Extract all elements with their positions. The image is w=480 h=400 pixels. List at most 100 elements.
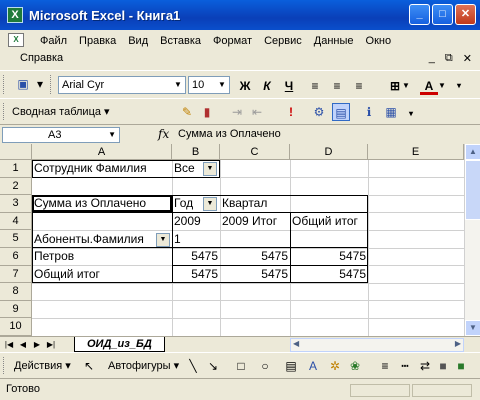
- next-sheet-icon[interactable]: ▶: [32, 339, 42, 351]
- cell-b7[interactable]: 5475: [172, 266, 220, 283]
- line-style-icon[interactable]: ≡: [376, 357, 394, 375]
- underline-button[interactable]: Ч: [280, 77, 298, 95]
- arrow-style-icon[interactable]: ⇄: [416, 357, 434, 375]
- font-color-button[interactable]: A: [420, 77, 438, 95]
- sheet-tab[interactable]: ОИД_из_БД: [74, 337, 165, 352]
- cell-b1[interactable]: Все: [172, 160, 202, 177]
- chart-wizard-icon[interactable]: ▮: [198, 103, 216, 121]
- column-header-c[interactable]: C: [220, 144, 290, 160]
- scroll-left-icon[interactable]: ◀: [293, 339, 299, 348]
- field-settings-icon[interactable]: ⚙: [310, 103, 328, 121]
- cell-a5[interactable]: Абоненты.Фамилия: [32, 231, 156, 248]
- italic-button[interactable]: К: [258, 77, 276, 95]
- row-header-2[interactable]: 2: [0, 177, 32, 196]
- row-header-7[interactable]: 7: [0, 265, 32, 284]
- menu-window[interactable]: Окно: [366, 33, 398, 49]
- column-header-a[interactable]: A: [32, 144, 172, 160]
- cell-a3[interactable]: Сумма из Оплачено: [32, 195, 172, 212]
- workbook-close-icon[interactable]: ✕: [463, 52, 472, 65]
- save-icon[interactable]: ▣: [14, 75, 32, 93]
- clipart-icon[interactable]: ❀: [346, 357, 364, 375]
- font-name-select[interactable]: Arial Cyr ▼: [58, 76, 186, 94]
- show-detail-icon[interactable]: ⇤: [248, 103, 266, 121]
- prev-sheet-icon[interactable]: ◀: [18, 339, 28, 351]
- toolbar-grip[interactable]: [3, 103, 6, 120]
- scroll-thumb[interactable]: [465, 160, 480, 220]
- font-size-select[interactable]: 10 ▼: [188, 76, 230, 94]
- cell-c3[interactable]: Квартал: [220, 195, 290, 212]
- cell-b5[interactable]: 1: [172, 231, 220, 248]
- cell-a1[interactable]: Сотрудник Фамилия: [32, 160, 172, 177]
- minimize-button[interactable]: _: [409, 4, 430, 25]
- vertical-scrollbar[interactable]: ▲ ▼: [464, 144, 480, 336]
- row-header-9[interactable]: 9: [0, 300, 32, 319]
- diagram-icon[interactable]: ✲: [326, 357, 344, 375]
- field-list-icon[interactable]: ▤: [332, 103, 350, 121]
- pivot-table-menu[interactable]: Сводная таблица ▾: [12, 103, 110, 121]
- column-header-d[interactable]: D: [290, 144, 368, 160]
- bold-button[interactable]: Ж: [236, 77, 254, 95]
- cell-c7[interactable]: 5475: [220, 266, 290, 283]
- cell-a7[interactable]: Общий итог: [32, 266, 172, 283]
- scroll-up-icon[interactable]: ▲: [465, 144, 480, 160]
- workbook-minimize-icon[interactable]: _: [429, 52, 435, 65]
- align-right-icon[interactable]: ≡: [350, 77, 368, 95]
- toolbar-options-icon[interactable]: ▾: [406, 105, 416, 123]
- name-box[interactable]: A3 ▼: [2, 127, 120, 143]
- scroll-right-icon[interactable]: ▶: [455, 339, 461, 348]
- row-header-1[interactable]: 1: [0, 160, 32, 178]
- cell-c6[interactable]: 5475: [220, 248, 290, 265]
- cell-b4[interactable]: 2009: [172, 213, 220, 230]
- last-sheet-icon[interactable]: ▶|: [46, 339, 56, 351]
- chevron-down-icon[interactable]: ▼: [216, 78, 228, 92]
- row-header-10[interactable]: 10: [0, 318, 32, 336]
- actions-menu[interactable]: Действия ▾: [14, 357, 71, 375]
- formula-input[interactable]: Сумма из Оплачено: [178, 128, 281, 140]
- workbook-icon[interactable]: X: [8, 33, 24, 47]
- menu-insert[interactable]: Вставка: [160, 33, 207, 49]
- row-header-6[interactable]: 6: [0, 248, 32, 266]
- page-field-dropdown-icon[interactable]: ▼: [203, 162, 217, 176]
- first-sheet-icon[interactable]: |◀: [4, 339, 14, 351]
- toolbar-options-icon[interactable]: ▾: [454, 77, 464, 95]
- excel-icon[interactable]: X: [7, 7, 23, 23]
- format-report-icon[interactable]: ✎: [178, 103, 196, 121]
- chevron-down-icon[interactable]: ▼: [402, 77, 410, 95]
- chevron-down-icon[interactable]: ▼: [172, 78, 184, 92]
- menu-help[interactable]: Справка: [20, 52, 63, 64]
- wordart-icon[interactable]: A: [304, 357, 322, 375]
- rectangle-icon[interactable]: □: [232, 357, 250, 375]
- align-left-icon[interactable]: ≡: [306, 77, 324, 95]
- scroll-down-icon[interactable]: ▼: [465, 320, 480, 336]
- row-field-dropdown-icon[interactable]: ▼: [156, 233, 170, 247]
- workbook-restore-icon[interactable]: ⧉: [445, 52, 453, 65]
- shadow-icon[interactable]: ■: [434, 357, 452, 375]
- menu-tools[interactable]: Сервис: [264, 33, 308, 49]
- menu-file[interactable]: Файл: [40, 33, 73, 49]
- toolbar-grip[interactable]: [50, 75, 53, 94]
- line-icon[interactable]: ╲: [184, 357, 202, 375]
- toolbar-options-icon[interactable]: ▾: [36, 75, 44, 93]
- fx-icon[interactable]: fx: [158, 127, 169, 141]
- toolbar-grip[interactable]: [3, 357, 6, 374]
- toolbar-grip[interactable]: [3, 75, 6, 94]
- close-button[interactable]: ✕: [455, 4, 476, 25]
- refresh-data-icon[interactable]: !: [282, 103, 300, 121]
- row-header-8[interactable]: 8: [0, 283, 32, 301]
- chevron-down-icon[interactable]: ▼: [108, 128, 116, 142]
- autoshapes-menu[interactable]: Автофигуры ▾: [108, 357, 179, 375]
- cell-d4[interactable]: Общий итог: [290, 213, 368, 230]
- 3d-style-icon[interactable]: ■: [452, 357, 470, 375]
- chevron-down-icon[interactable]: ▼: [438, 77, 446, 95]
- arrow-icon[interactable]: ↘: [204, 357, 222, 375]
- column-header-e[interactable]: E: [368, 144, 464, 160]
- row-header-4[interactable]: 4: [0, 212, 32, 231]
- dash-style-icon[interactable]: ┅: [396, 357, 414, 375]
- oval-icon[interactable]: ○: [256, 357, 274, 375]
- column-header-b[interactable]: B: [172, 144, 220, 160]
- horizontal-scrollbar[interactable]: ◀ ▶: [290, 338, 464, 352]
- row-header-3[interactable]: 3: [0, 195, 32, 213]
- menu-edit[interactable]: Правка: [79, 33, 122, 49]
- cell-b3[interactable]: Год: [172, 195, 202, 212]
- cell-a6[interactable]: Петров: [32, 248, 172, 265]
